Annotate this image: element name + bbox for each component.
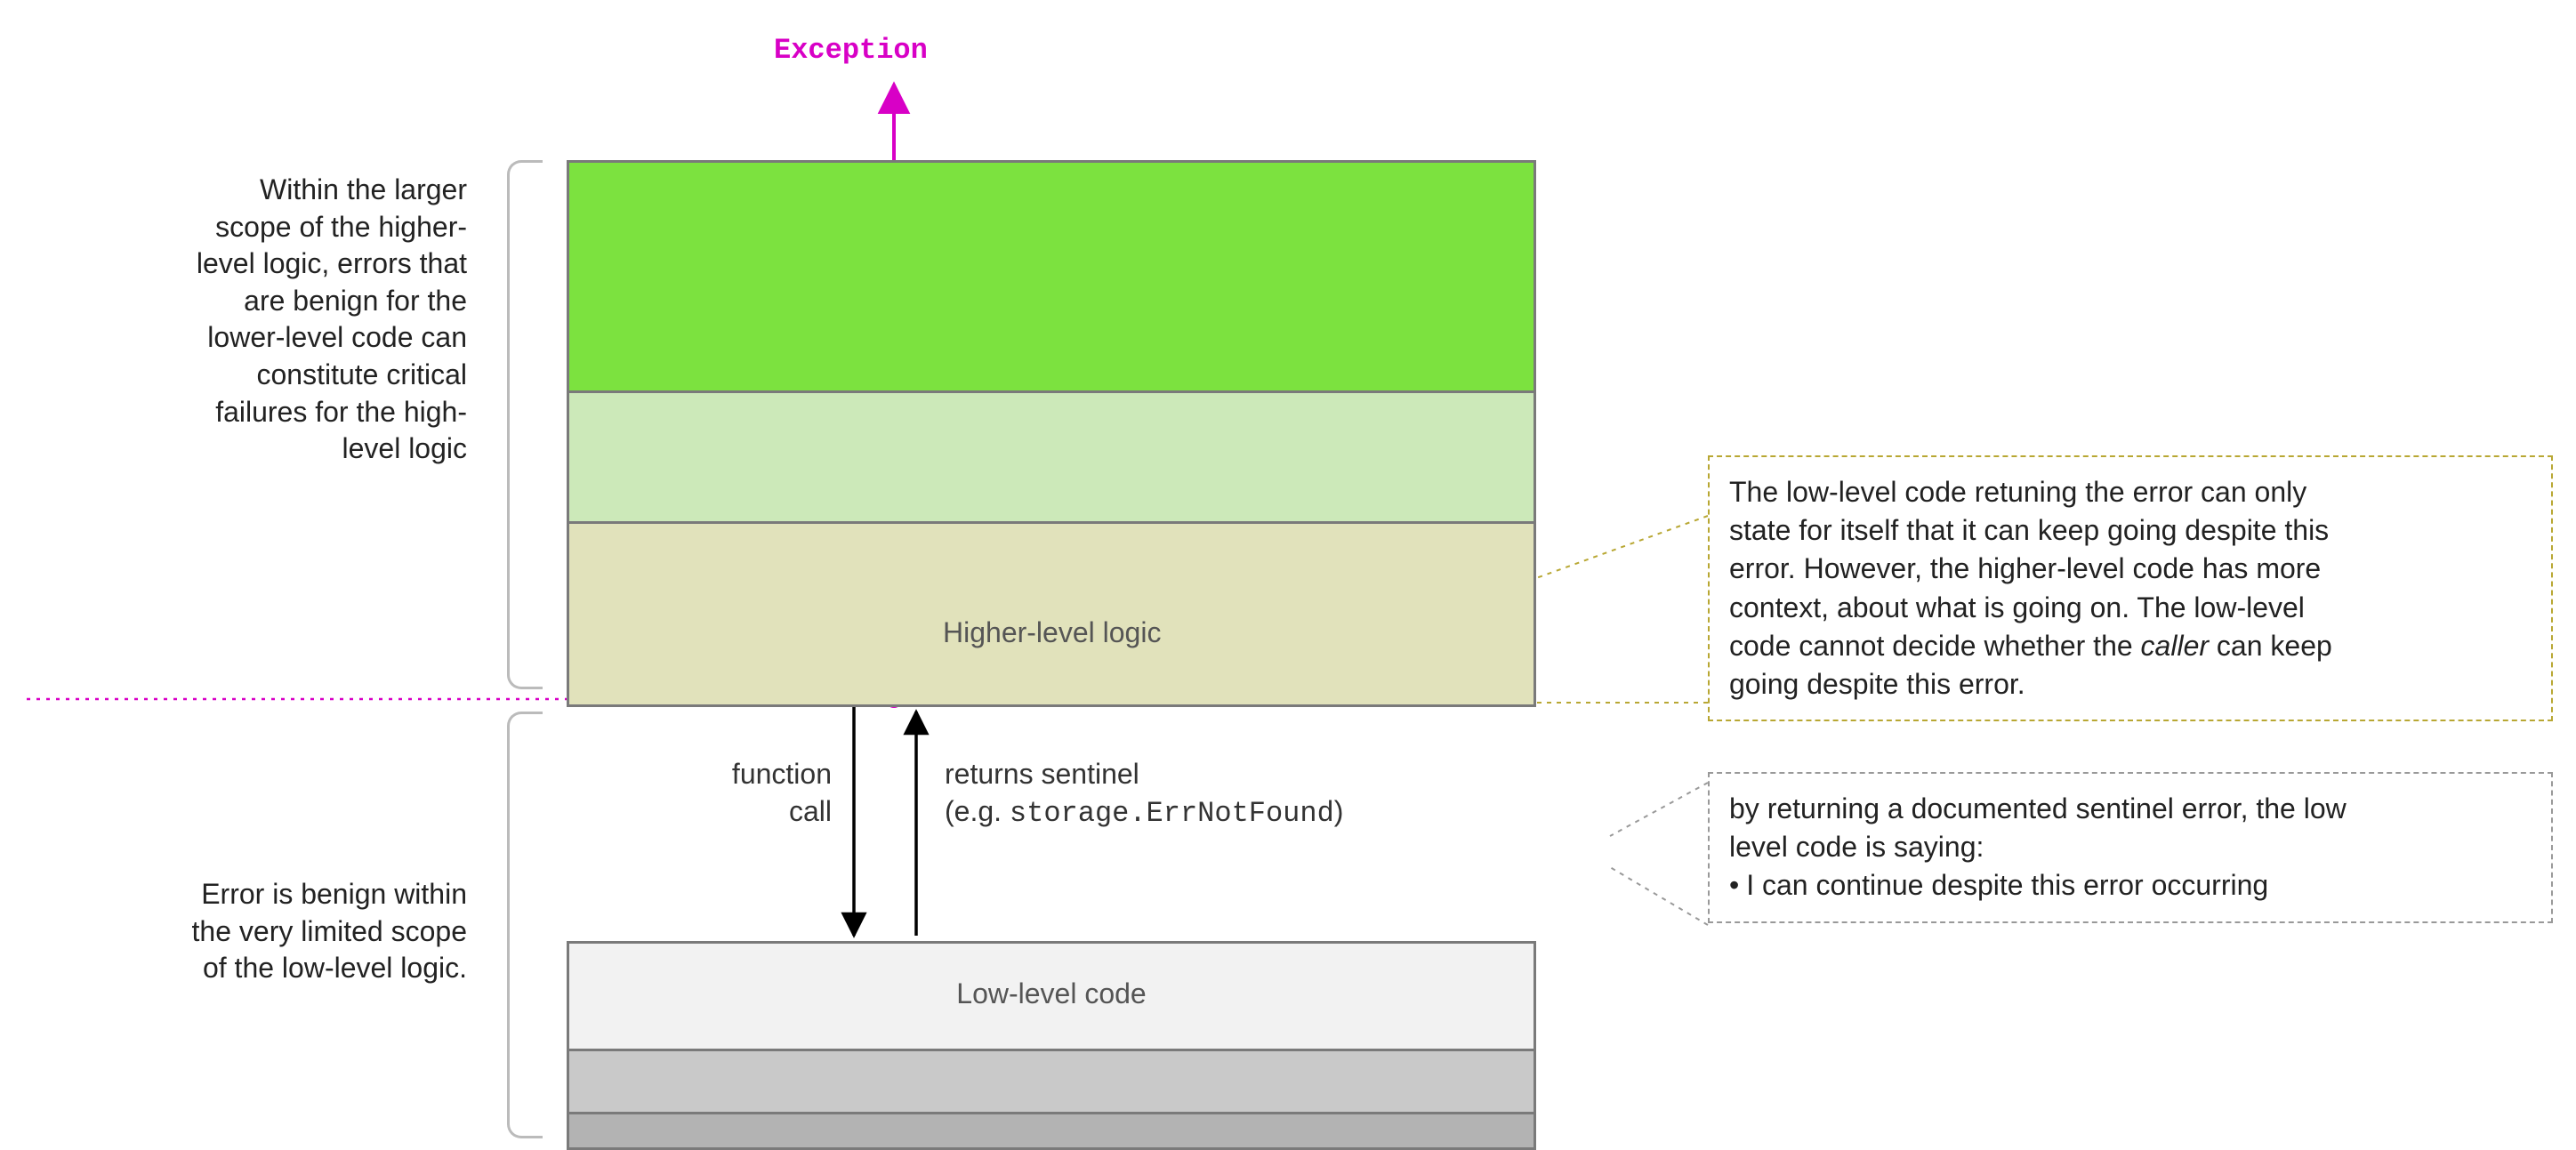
gray-note-connector-bottom <box>1610 867 1708 925</box>
note-yellow-l3: error. However, the higher-level code ha… <box>1729 550 2532 588</box>
lower-block-label: Low-level code <box>956 977 1146 1010</box>
note-yellow: The low-level code retuning the error ca… <box>1708 455 2553 721</box>
anno-high-level: Within the larger scope of the higher- l… <box>31 172 467 468</box>
note-yellow-l2: state for itself that it can keep going … <box>1729 511 2532 550</box>
anno-high-l8: level logic <box>31 430 467 468</box>
function-call-l1: function <box>654 756 832 793</box>
note-yellow-l5: code cannot decide whether the caller ca… <box>1729 627 2532 665</box>
exception-label: Exception <box>774 34 928 67</box>
anno-high-l2: scope of the higher- <box>31 209 467 246</box>
anno-high-l6: constitute critical <box>31 357 467 394</box>
returns-sentinel-l2-suffix: ) <box>1334 795 1344 827</box>
note-yellow-l1: The low-level code retuning the error ca… <box>1729 473 2532 511</box>
lower-block-top: Low-level code <box>567 941 1536 1051</box>
anno-high-l5: lower-level code can <box>31 319 467 357</box>
returns-sentinel-l2: (e.g. storage.ErrNotFound) <box>945 793 1343 832</box>
error-layers-diagram: Exception Higher-level logic Low-level c… <box>0 0 2576 1057</box>
note-yellow-l6: going despite this error. <box>1729 665 2532 704</box>
anno-high-l4: are benign for the <box>31 283 467 320</box>
brace-high <box>507 160 543 689</box>
anno-high-l3: level logic, errors that <box>31 245 467 283</box>
note-yellow-l5-prefix: code cannot decide whether the <box>1729 630 2141 662</box>
anno-low-l2: the very limited scope <box>31 913 467 951</box>
note-gray: by returning a documented sentinel error… <box>1708 772 2553 923</box>
gray-note-connector-top <box>1610 783 1708 836</box>
anno-high-l1: Within the larger <box>31 172 467 209</box>
anno-high-l7: failures for the high- <box>31 394 467 431</box>
note-gray-l3: • I can continue despite this error occu… <box>1729 866 2532 905</box>
function-call-l2: call <box>654 793 832 831</box>
higher-block-label: Higher-level logic <box>943 616 1161 649</box>
higher-block-top <box>567 160 1536 393</box>
returns-sentinel-l1: returns sentinel <box>945 756 1343 793</box>
note-yellow-l5-em: caller <box>2141 630 2209 662</box>
returns-sentinel-l2-code: storage.ErrNotFound <box>1010 797 1334 830</box>
anno-low-l3: of the low-level logic. <box>31 950 467 987</box>
returns-sentinel-label: returns sentinel (e.g. storage.ErrNotFou… <box>945 756 1343 832</box>
note-yellow-l5-suffix: can keep <box>2209 630 2332 662</box>
note-gray-l3-text: I can continue despite this error occurr… <box>1746 866 2268 905</box>
function-call-label: function call <box>654 756 832 830</box>
note-yellow-l4: context, about what is going on. The low… <box>1729 589 2532 627</box>
bullet-icon: • <box>1729 866 1746 905</box>
note-gray-l2: level code is saying: <box>1729 828 2532 866</box>
returns-sentinel-l2-prefix: (e.g. <box>945 795 1010 827</box>
yellow-note-connector-top <box>1536 516 1708 578</box>
note-gray-l1: by returning a documented sentinel error… <box>1729 790 2532 828</box>
brace-low <box>507 712 543 1138</box>
anno-low-level: Error is benign within the very limited … <box>31 876 467 987</box>
anno-low-l1: Error is benign within <box>31 876 467 913</box>
